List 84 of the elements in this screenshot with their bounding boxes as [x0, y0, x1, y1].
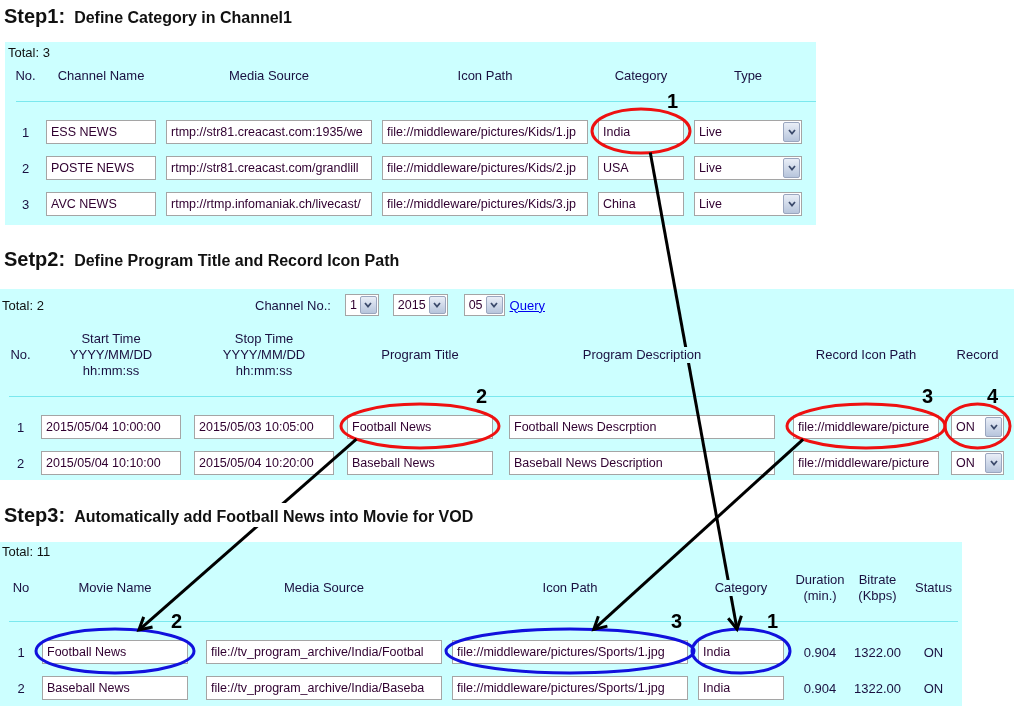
step-title: Define Category in Channel1	[74, 8, 292, 28]
column-header: Category	[612, 68, 670, 84]
text-field[interactable]: rtmp://rtmp.infomaniak.ch/livecast/	[166, 192, 372, 216]
row-number: 2	[15, 455, 26, 471]
dropdown[interactable]: ON	[951, 415, 1004, 439]
row-number: 3	[20, 196, 31, 212]
step-number: Step1:	[4, 4, 66, 28]
row-number: 1	[20, 124, 31, 140]
callout-number: 3	[670, 611, 682, 631]
text-field[interactable]: file://tv_program_archive/India/Baseba	[206, 676, 442, 700]
callout-number: 2	[475, 386, 487, 406]
text-field[interactable]: India	[598, 120, 684, 144]
row-number: 2	[20, 160, 31, 176]
dropdown[interactable]: Live	[694, 192, 802, 216]
text-field[interactable]: file://middleware/pictures/Kids/3.jp	[382, 192, 588, 216]
text-field[interactable]: China	[598, 192, 684, 216]
column-header: Category	[712, 580, 770, 596]
step-title: Automatically add Football News into Movie for VOD	[74, 507, 474, 527]
chevron-down-icon[interactable]	[783, 122, 800, 142]
step-title: Define Program Title and Record Icon Path	[74, 251, 400, 271]
dropdown[interactable]: 2015	[392, 294, 448, 316]
text-field[interactable]: 2015/05/03 10:05:00	[194, 415, 334, 439]
text-field[interactable]: file://middleware/picture	[793, 415, 939, 439]
callout-number: 2	[170, 611, 182, 631]
column-header: Type	[731, 68, 765, 84]
column-header: Duration (min.)	[793, 572, 847, 604]
chevron-down-icon[interactable]	[428, 296, 446, 314]
dropdown[interactable]: 05	[463, 294, 505, 316]
column-header: Bitrate (Kbps)	[856, 572, 899, 604]
chevron-down-icon[interactable]	[985, 453, 1002, 473]
filter-label: Channel No.:	[255, 297, 331, 313]
total-count: Total: 2	[1, 297, 45, 313]
chevron-down-icon[interactable]	[783, 158, 800, 178]
text-field[interactable]: POSTE NEWS	[46, 156, 156, 180]
dropdown[interactable]: Live	[694, 120, 802, 144]
text-field[interactable]: ESS NEWS	[46, 120, 156, 144]
query-link[interactable]: Query	[509, 297, 545, 313]
text-field[interactable]: file://middleware/pictures/Kids/1.jp	[382, 120, 588, 144]
text-field[interactable]: USA	[598, 156, 684, 180]
dropdown[interactable]: ON	[951, 451, 1004, 475]
table-value: ON	[922, 680, 945, 696]
step-number: Setp2:	[4, 247, 66, 271]
chevron-down-icon[interactable]	[783, 194, 800, 214]
text-field[interactable]: rtmp://str81.creacast.com/grandlill	[166, 156, 372, 180]
total-count: Total: 3	[7, 44, 50, 60]
table-value: ON	[922, 644, 945, 660]
column-header: Program Description	[580, 347, 704, 363]
text-field[interactable]: Football News	[347, 415, 493, 439]
step-number: Step3:	[4, 503, 66, 527]
text-field[interactable]: Baseball News	[42, 676, 188, 700]
table-value: 1322.00	[853, 680, 902, 696]
text-field[interactable]: Baseball News	[347, 451, 493, 475]
chevron-down-icon[interactable]	[485, 296, 503, 314]
chevron-down-icon[interactable]	[359, 296, 377, 314]
row-number: 2	[16, 680, 26, 696]
text-field[interactable]: file://middleware/pictures/Sports/1.jpg	[452, 640, 688, 664]
text-field[interactable]: 2015/05/04 10:00:00	[41, 415, 181, 439]
callout-number: 3	[921, 386, 933, 406]
callout-number: 1	[666, 91, 678, 111]
chevron-down-icon[interactable]	[985, 417, 1002, 437]
column-header: Program Title	[379, 347, 461, 363]
row-number: 1	[15, 419, 26, 435]
table-value: 1322.00	[853, 644, 902, 660]
text-field[interactable]: Football News Descrption	[509, 415, 775, 439]
text-field[interactable]: file://middleware/pictures/Sports/1.jpg	[452, 676, 688, 700]
text-field[interactable]: India	[698, 676, 784, 700]
total-count: Total: 11	[1, 543, 51, 559]
callout-number: 4	[986, 386, 998, 406]
text-field[interactable]: 2015/05/04 10:20:00	[194, 451, 334, 475]
text-field[interactable]: Baseball News Description	[509, 451, 775, 475]
text-field[interactable]: 2015/05/04 10:10:00	[41, 451, 181, 475]
text-field[interactable]: AVC NEWS	[46, 192, 156, 216]
table-value: 0.904	[802, 644, 838, 660]
text-field[interactable]: India	[698, 640, 784, 664]
text-field[interactable]: file://middleware/picture	[793, 451, 939, 475]
callout-number: 1	[766, 611, 778, 631]
text-field[interactable]: rtmp://str81.creacast.com:1935/we	[166, 120, 372, 144]
text-field[interactable]: file://middleware/pictures/Kids/2.jp	[382, 156, 588, 180]
row-number: 1	[16, 644, 26, 660]
dropdown[interactable]: Live	[694, 156, 802, 180]
text-field[interactable]: file://tv_program_archive/India/Footbal	[206, 640, 442, 664]
dropdown[interactable]: 1	[344, 294, 379, 316]
table-value: 0.904	[802, 680, 838, 696]
text-field[interactable]: Football News	[42, 640, 188, 664]
